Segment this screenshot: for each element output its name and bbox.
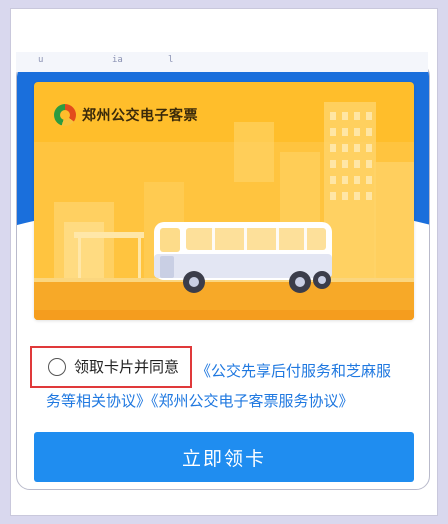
status-bar: u ia l [16, 52, 428, 72]
agreement-link-part2[interactable]: 务等相关协议》《郑州公交电子客票服务协议》 [46, 390, 354, 411]
status-fragment: ia [112, 55, 123, 65]
claim-card-button[interactable]: 立即领卡 [34, 432, 414, 482]
zhengzhou-bus-logo-icon [54, 104, 76, 126]
agreement-label: 领取卡片并同意 [74, 358, 180, 376]
agreement-checkbox-row[interactable]: 领取卡片并同意 [48, 356, 179, 377]
page-background: u ia l 郑州公交电子客票 领取卡片并同意 《公交先享后付服务和芝麻服 务等… [0, 0, 448, 524]
agreement-radio[interactable] [48, 357, 66, 376]
agreement-link-part1[interactable]: 《公交先享后付服务和芝麻服 [196, 360, 391, 381]
status-fragment: u [38, 55, 44, 65]
card-title: 郑州公交电子客票 [82, 108, 198, 124]
status-fragment: l [168, 55, 174, 65]
e-ticket-card: 郑州公交电子客票 [34, 82, 414, 320]
card-header: 郑州公交电子客票 [54, 104, 198, 126]
